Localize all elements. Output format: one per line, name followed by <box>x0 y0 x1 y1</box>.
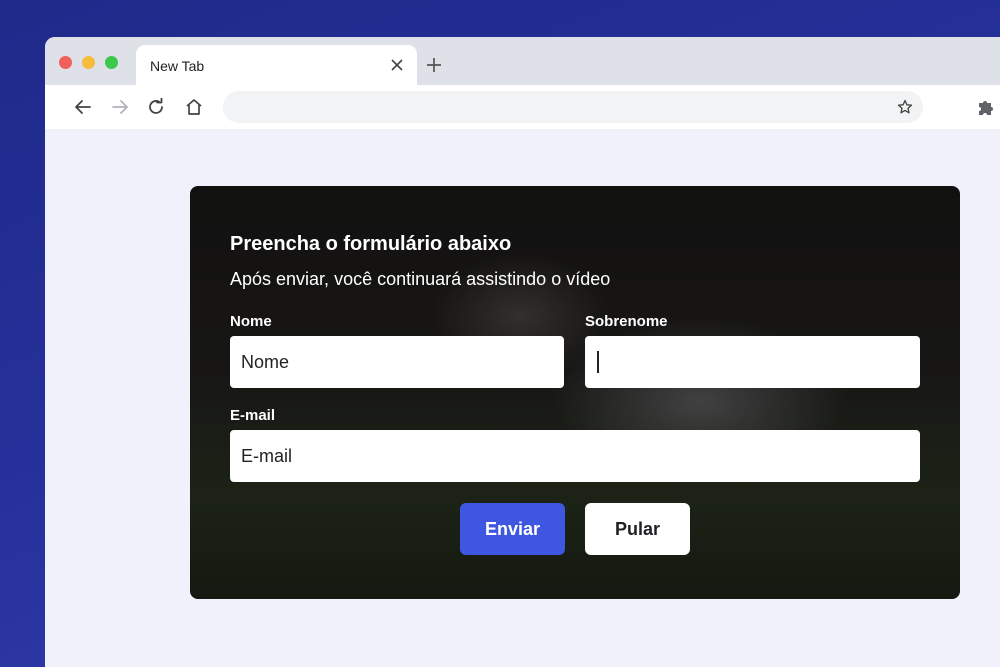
text-caret <box>597 351 599 373</box>
page-content: Preencha o formulário abaixo Após enviar… <box>45 129 1000 667</box>
browser-toolbar <box>45 85 1000 129</box>
submit-button[interactable]: Enviar <box>460 503 565 555</box>
address-bar[interactable] <box>223 91 923 123</box>
email-label: E-mail <box>230 407 276 424</box>
sobrenome-label: Sobrenome <box>585 313 668 330</box>
close-window-button[interactable] <box>59 56 72 69</box>
tab-title: New Tab <box>150 58 205 74</box>
star-icon[interactable] <box>895 97 915 117</box>
reload-icon[interactable] <box>144 95 168 119</box>
sobrenome-input[interactable] <box>585 336 920 388</box>
forward-arrow-icon[interactable] <box>108 95 132 119</box>
nome-input[interactable] <box>230 336 564 388</box>
tab-bar: New Tab <box>45 37 1000 85</box>
form-title: Preencha o formulário abaixo <box>230 233 512 255</box>
form-subtitle: Após enviar, você continuará assistindo … <box>230 269 611 289</box>
minimize-window-button[interactable] <box>82 56 95 69</box>
nome-label: Nome <box>230 313 272 330</box>
email-input[interactable] <box>230 430 920 482</box>
browser-window: New Tab Preencha o formulário abaixo Apó… <box>45 37 1000 667</box>
close-icon[interactable] <box>387 55 407 75</box>
maximize-window-button[interactable] <box>105 56 118 69</box>
puzzle-icon[interactable] <box>974 95 998 119</box>
back-arrow-icon[interactable] <box>71 95 95 119</box>
plus-icon[interactable] <box>423 54 445 76</box>
lead-form-overlay: Preencha o formulário abaixo Após enviar… <box>190 186 960 599</box>
skip-button[interactable]: Pular <box>585 503 690 555</box>
tab-new-tab[interactable]: New Tab <box>136 45 417 85</box>
home-icon[interactable] <box>182 95 206 119</box>
